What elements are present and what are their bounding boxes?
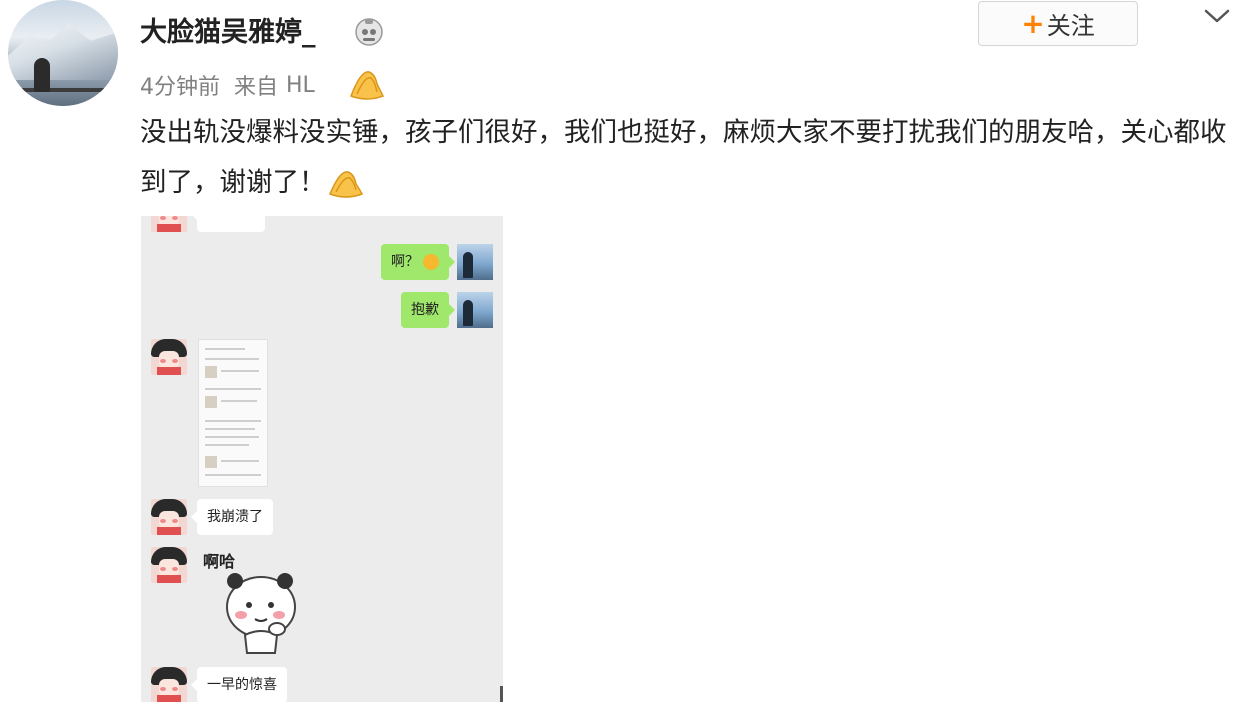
self-avatar	[457, 244, 493, 280]
post-text-block: 没出轨没爆料没实锤，孩子们很好，我们也挺好，麻烦大家不要打扰我们的朋友哈，关心都…	[140, 108, 1230, 208]
panda-sticker-icon	[226, 573, 296, 654]
scrollbar[interactable]	[500, 686, 503, 702]
image-message[interactable]	[198, 339, 268, 487]
follow-label: 关注	[1046, 12, 1095, 40]
author-name[interactable]: 大脸猫吴雅婷_	[140, 10, 316, 49]
plus-icon: +	[1021, 7, 1045, 40]
self-avatar	[457, 292, 493, 328]
avatar-rail	[8, 88, 118, 92]
avatar-mountain	[8, 23, 118, 80]
chevron-down-icon[interactable]	[1203, 6, 1231, 26]
post-time[interactable]: 4分钟前	[140, 69, 220, 101]
message-bubble: 一早的惊喜	[191, 667, 287, 702]
partial-bubble	[191, 216, 265, 232]
clap-emoji-icon	[328, 170, 363, 198]
post-text: 没出轨没爆料没实锤，孩子们很好，我们也挺好，麻烦大家不要打扰我们的朋友哈，关心都…	[140, 117, 1227, 198]
author-avatar[interactable]	[8, 0, 118, 106]
smiley-icon	[423, 254, 439, 270]
message-bubble: 我崩溃了	[191, 499, 273, 535]
contact-avatar	[151, 667, 187, 702]
clap-emoji-icon	[349, 71, 384, 100]
post-meta: 4分钟前 来自 HL	[140, 66, 387, 104]
message-bubble: 抱歉	[401, 292, 455, 328]
follow-button[interactable]: + 关注	[978, 1, 1138, 46]
contact-avatar	[151, 547, 187, 583]
message-bubble: 啊？	[381, 244, 455, 280]
chat-screenshot-image[interactable]: 啊？ 抱歉 我崩溃了 啊哈 一早的惊喜	[141, 216, 503, 702]
contact-avatar	[151, 499, 187, 535]
contact-avatar	[151, 216, 187, 232]
post-source[interactable]: HL	[286, 73, 315, 98]
avatar-person	[34, 58, 50, 92]
contact-avatar	[151, 339, 187, 375]
vip-badge-icon	[355, 18, 383, 46]
source-prefix: 来自	[234, 75, 279, 100]
